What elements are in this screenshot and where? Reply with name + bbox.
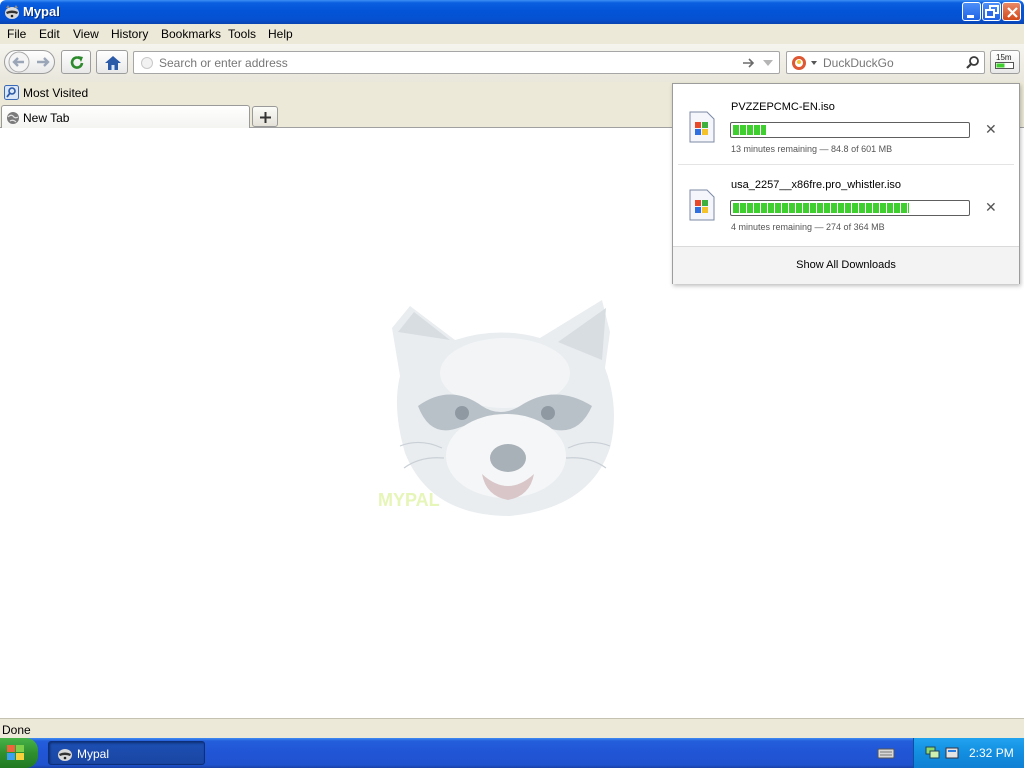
back-forward-group [4, 50, 55, 74]
reload-icon [70, 56, 84, 69]
most-visited-label: Most Visited [23, 86, 89, 100]
duckduckgo-icon[interactable] [791, 55, 821, 71]
restore-icon [985, 5, 999, 18]
taskbar: Mypal 2:32 PM [0, 738, 1024, 768]
cancel-download-button[interactable]: ✕ [985, 199, 997, 216]
navigation-toolbar: Search or enter address DuckDuckGo 15m [0, 44, 1024, 82]
status-text: Done [2, 723, 31, 737]
restore-button[interactable] [982, 2, 1001, 21]
taskbar-item-label: Mypal [77, 747, 110, 761]
mypal-logo-text: MYPAL [378, 490, 440, 510]
reload-button[interactable] [61, 50, 91, 74]
downloads-panel: PVZZEPCMC-EN.iso 13 minutes remaining — … [672, 83, 1020, 284]
raccoon-logo-image: MYPAL [378, 300, 614, 516]
globe-icon [141, 57, 153, 69]
downloads-button[interactable]: 15m [990, 50, 1020, 74]
address-placeholder: Search or enter address [159, 56, 288, 70]
cancel-download-button[interactable]: ✕ [985, 121, 997, 138]
menu-edit[interactable]: Edit [39, 27, 60, 41]
menu-view[interactable]: View [73, 27, 99, 41]
menu-file[interactable]: File [7, 27, 26, 41]
menu-help[interactable]: Help [268, 27, 293, 41]
tab-label: New Tab [23, 111, 70, 125]
taskbar-item-mypal[interactable]: Mypal [48, 741, 205, 765]
download-status: 13 minutes remaining — 84.8 of 601 MB [731, 144, 893, 154]
new-tab-button[interactable] [252, 106, 278, 127]
start-button[interactable] [0, 738, 38, 768]
system-tray: 2:32 PM [913, 738, 1024, 768]
status-bar: Done [0, 718, 1024, 738]
keyboard-icon[interactable] [877, 746, 895, 760]
globe-icon [7, 112, 19, 124]
history-dropdown-icon[interactable] [762, 58, 774, 68]
address-bar[interactable]: Search or enter address [133, 51, 780, 74]
close-icon [1007, 7, 1018, 18]
forward-button[interactable] [34, 53, 52, 71]
downloads-time-badge: 15m [996, 53, 1012, 62]
iso-file-icon [689, 189, 715, 221]
download-progress-fill [733, 203, 910, 213]
windows-logo-icon [7, 745, 24, 760]
download-progress-icon [995, 62, 1014, 69]
minimize-icon [967, 15, 974, 18]
go-arrow-icon[interactable] [742, 57, 756, 69]
minimize-button[interactable] [962, 2, 981, 21]
raccoon-icon [58, 749, 72, 761]
menu-bookmarks[interactable]: Bookmarks [161, 27, 221, 41]
menu-tools[interactable]: Tools [228, 27, 256, 41]
menu-bar: File Edit View History Bookmarks Tools H… [0, 24, 1024, 44]
iso-file-icon [689, 111, 715, 143]
home-icon [105, 56, 121, 70]
close-window-button[interactable] [1002, 2, 1021, 21]
download-filename: usa_2257__x86fre.pro_whistler.iso [731, 179, 902, 191]
most-visited-icon [4, 85, 19, 100]
download-progress-bar [730, 200, 970, 216]
download-filename: PVZZEPCMC-EN.iso [731, 101, 835, 113]
search-bar[interactable]: DuckDuckGo [786, 51, 985, 74]
download-progress-fill [733, 125, 766, 135]
safely-remove-icon[interactable] [944, 744, 960, 760]
clock: 2:32 PM [969, 746, 1014, 760]
download-item[interactable]: usa_2257__x86fre.pro_whistler.iso 4 minu… [673, 164, 1019, 242]
show-all-downloads-label: Show All Downloads [796, 259, 896, 271]
raccoon-icon [5, 5, 19, 19]
search-icon[interactable] [965, 55, 981, 71]
plus-icon [260, 112, 271, 123]
download-status: 4 minutes remaining — 274 of 364 MB [731, 222, 885, 232]
download-item[interactable]: PVZZEPCMC-EN.iso 13 minutes remaining — … [673, 86, 1019, 164]
window-title: Mypal [23, 4, 60, 19]
home-button[interactable] [96, 50, 128, 74]
network-icon[interactable] [924, 744, 940, 760]
title-bar: Mypal [0, 0, 1024, 24]
show-all-downloads-button[interactable]: Show All Downloads [673, 246, 1019, 284]
download-progress-bar [730, 122, 970, 138]
tab-new-tab[interactable]: New Tab [1, 105, 250, 129]
menu-history[interactable]: History [111, 27, 148, 41]
back-button[interactable] [6, 50, 32, 74]
search-placeholder: DuckDuckGo [823, 56, 894, 70]
